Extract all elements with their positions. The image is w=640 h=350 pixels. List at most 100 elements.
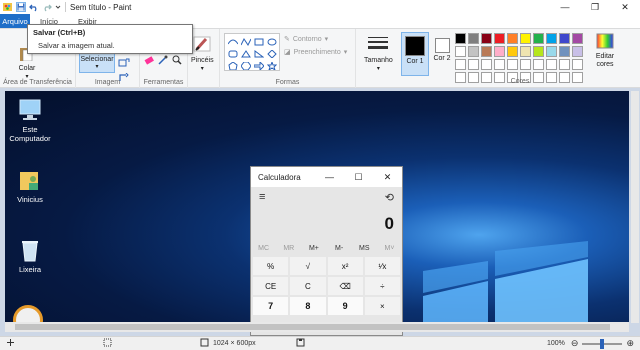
hexagon-shape-icon[interactable] <box>240 60 252 71</box>
polyline-shape-icon[interactable] <box>240 36 252 47</box>
calc-maximize-icon[interactable]: ☐ <box>344 167 373 187</box>
ellipse-shape-icon[interactable] <box>266 36 278 47</box>
palette-swatch[interactable] <box>546 59 557 70</box>
palette-swatch[interactable] <box>494 46 505 57</box>
close-icon[interactable]: ✕ <box>610 0 640 14</box>
palette-swatch[interactable] <box>533 46 544 57</box>
horizontal-scroll-thumb[interactable] <box>15 324 610 330</box>
shapes-gallery[interactable] <box>224 33 280 71</box>
arrow-shape-icon[interactable] <box>253 60 265 71</box>
color-picker-icon[interactable] <box>158 55 168 67</box>
memory-recall-button[interactable]: MR <box>276 245 301 252</box>
palette-swatch[interactable] <box>507 33 518 44</box>
palette-swatch[interactable] <box>481 59 492 70</box>
memory-store-button[interactable]: MS <box>352 245 377 252</box>
vertical-scrollbar[interactable] <box>631 91 639 323</box>
palette-swatch[interactable] <box>559 59 570 70</box>
rounded-rect-shape-icon[interactable] <box>227 48 239 59</box>
palette-swatch[interactable] <box>468 59 479 70</box>
palette-swatch[interactable] <box>520 59 531 70</box>
digit-9-key[interactable]: 9 <box>327 297 363 315</box>
memory-add-button[interactable]: M+ <box>301 245 326 252</box>
zoom-slider-thumb[interactable] <box>600 338 605 349</box>
maximize-icon[interactable]: ❐ <box>580 0 610 14</box>
backspace-key[interactable]: ⌫ <box>327 277 363 295</box>
magnifier-icon[interactable] <box>172 55 182 67</box>
square-key[interactable]: x² <box>327 257 363 275</box>
palette-swatch[interactable] <box>559 33 570 44</box>
tools-group-label: Ferramentas <box>143 79 184 86</box>
desktop-icon-computer[interactable]: Este Computador <box>5 97 55 143</box>
zoom-out-button[interactable]: ⊖ <box>571 338 579 349</box>
calc-minimize-icon[interactable]: — <box>315 167 344 187</box>
memory-list-button[interactable]: M˅ <box>377 245 402 252</box>
divide-key[interactable]: ÷ <box>364 277 400 295</box>
clear-entry-key[interactable]: CE <box>253 277 289 295</box>
palette-swatch[interactable] <box>546 33 557 44</box>
calculator-window[interactable]: Calculadora — ☐ ✕ ≡ ⟲ 0 MC MR M+ M- MS M… <box>250 166 403 336</box>
palette-swatch[interactable] <box>481 33 492 44</box>
palette-swatch[interactable] <box>520 46 531 57</box>
calc-close-icon[interactable]: ✕ <box>373 167 402 187</box>
pentagon-shape-icon[interactable] <box>227 60 239 71</box>
edit-colors-button[interactable]: Editar cores <box>592 33 618 69</box>
select-dropdown-icon: ▾ <box>95 64 99 70</box>
palette-swatch[interactable] <box>520 33 531 44</box>
resize-icon[interactable] <box>118 58 130 69</box>
multiply-key[interactable]: × <box>364 297 400 315</box>
history-icon[interactable]: ⟲ <box>385 191 394 204</box>
palette-swatch[interactable] <box>572 46 583 57</box>
palette-swatch[interactable] <box>572 59 583 70</box>
reciprocal-key[interactable]: ¹⁄x <box>364 257 400 275</box>
color-wheel-icon <box>596 33 614 51</box>
diamond-shape-icon[interactable] <box>266 48 278 59</box>
palette-swatch[interactable] <box>572 33 583 44</box>
palette-swatch[interactable] <box>468 46 479 57</box>
outline-dropdown[interactable]: ✎ Contorno ▾ <box>284 35 328 44</box>
memory-subtract-button[interactable]: M- <box>327 245 352 252</box>
palette-swatch[interactable] <box>507 46 518 57</box>
digit-8-key[interactable]: 8 <box>290 297 326 315</box>
color1-button[interactable]: Cor 1 <box>401 32 429 76</box>
palette-swatch[interactable] <box>494 33 505 44</box>
eraser-icon[interactable] <box>144 55 154 67</box>
zoom-in-button[interactable]: ⊕ <box>626 338 634 349</box>
triangle-shape-icon[interactable] <box>240 48 252 59</box>
minimize-icon[interactable]: — <box>550 0 580 14</box>
desktop-icon-recycle[interactable]: Lixeira <box>5 237 55 274</box>
hamburger-menu-icon[interactable]: ≡ <box>259 191 265 203</box>
rectangle-shape-icon[interactable] <box>253 36 265 47</box>
sqrt-key[interactable]: √ <box>290 257 326 275</box>
desktop-icon-user[interactable]: Vinicius <box>5 167 55 204</box>
star-shape-icon[interactable] <box>266 60 278 71</box>
palette-swatch[interactable] <box>546 46 557 57</box>
desktop-icon-partial[interactable] <box>13 305 43 323</box>
undo-icon[interactable] <box>29 2 39 12</box>
palette-swatch[interactable] <box>507 59 518 70</box>
digit-7-key[interactable]: 7 <box>253 297 289 315</box>
palette-swatch[interactable] <box>455 46 466 57</box>
save-icon[interactable] <box>16 2 26 12</box>
memory-clear-button[interactable]: MC <box>251 245 276 252</box>
clear-key[interactable]: C <box>290 277 326 295</box>
palette-swatch[interactable] <box>481 46 492 57</box>
customize-toolbar-chevron-icon[interactable] <box>55 2 61 12</box>
horizontal-scrollbar[interactable] <box>5 322 629 332</box>
tab-file[interactable]: Arquivo <box>0 14 30 28</box>
palette-swatch[interactable] <box>559 46 570 57</box>
redo-icon[interactable] <box>42 2 52 12</box>
palette-swatch[interactable] <box>494 59 505 70</box>
percent-key[interactable]: % <box>253 257 289 275</box>
size-button[interactable]: Tamanho ▾ <box>364 35 393 72</box>
right-triangle-shape-icon[interactable] <box>253 48 265 59</box>
palette-swatch[interactable] <box>455 59 466 70</box>
palette-swatch[interactable] <box>533 33 544 44</box>
zoom-slider[interactable] <box>582 338 623 349</box>
brushes-button[interactable]: Pincéis ▾ <box>191 35 214 72</box>
fill-dropdown[interactable]: ◪ Preenchimento ▾ <box>284 48 347 57</box>
palette-swatch[interactable] <box>533 59 544 70</box>
color2-button[interactable]: Cor 2 <box>430 32 454 76</box>
palette-swatch[interactable] <box>468 33 479 44</box>
curve-shape-icon[interactable] <box>227 36 239 47</box>
palette-swatch[interactable] <box>455 33 466 44</box>
